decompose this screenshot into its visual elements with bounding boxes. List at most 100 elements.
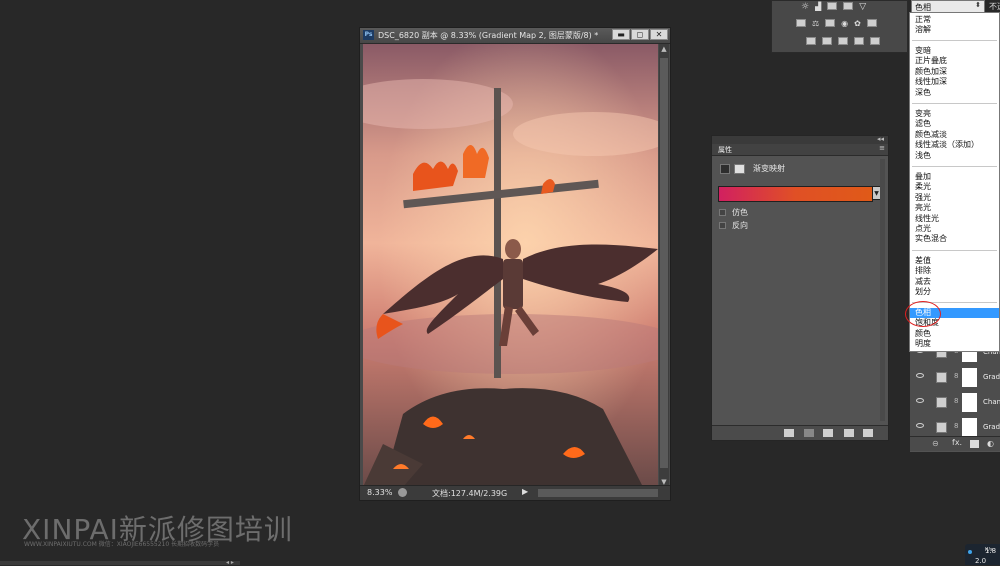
link-icon[interactable]: 8	[954, 422, 958, 430]
zoom-level[interactable]: 8.33%	[367, 488, 392, 497]
blend-option[interactable]: 线性光	[910, 214, 999, 224]
blend-option[interactable]: 强光	[910, 193, 999, 203]
canvas-horizontal-scrollbar[interactable]	[538, 489, 658, 497]
blend-option[interactable]: 差值	[910, 256, 999, 266]
eye-icon[interactable]	[916, 398, 924, 403]
photo-filter-icon[interactable]: ◉	[841, 19, 848, 28]
highlight-annotation	[905, 301, 941, 327]
clip-to-layer-icon[interactable]	[784, 429, 794, 437]
blend-option[interactable]: 颜色	[910, 329, 999, 339]
blend-option[interactable]: 明度	[910, 339, 999, 349]
canvas-vertical-scrollbar[interactable]: ▲ ▼	[659, 44, 669, 487]
exposure-icon[interactable]	[843, 2, 854, 10]
eye-icon[interactable]	[916, 373, 924, 378]
minimize-button[interactable]: ▬	[612, 29, 630, 40]
layer-mask-thumbnail[interactable]	[962, 393, 977, 412]
link-layers-icon[interactable]: ⊖	[932, 439, 939, 448]
blend-option[interactable]: 线性减淡（添加）	[910, 140, 999, 150]
blend-option[interactable]: 溶解	[910, 25, 999, 35]
blend-option[interactable]: 颜色加深	[910, 67, 999, 77]
threshold-icon[interactable]	[838, 37, 848, 45]
mask-icon[interactable]	[734, 163, 745, 174]
link-icon[interactable]: 8	[954, 372, 958, 380]
blend-option[interactable]: 滤色	[910, 119, 999, 129]
view-previous-icon[interactable]	[804, 429, 814, 437]
new-adjustment-icon[interactable]: ◐	[987, 439, 994, 448]
fx-icon[interactable]: fx.	[952, 438, 962, 447]
opacity-label: 不透	[989, 2, 1000, 11]
blend-option[interactable]: 颜色减淡	[910, 130, 999, 140]
panel-menu-icon[interactable]: ≡	[879, 144, 885, 152]
blend-option[interactable]: 变亮	[910, 109, 999, 119]
delete-icon[interactable]	[863, 429, 873, 437]
layer-mask-thumbnail[interactable]	[962, 368, 977, 387]
blend-option[interactable]: 划分	[910, 287, 999, 297]
layer-name[interactable]: Chan	[983, 398, 1000, 406]
collapse-panel-icon[interactable]: ◂◂	[877, 135, 884, 143]
close-button[interactable]: ✕	[650, 29, 668, 40]
properties-scrollbar[interactable]	[880, 159, 885, 421]
blend-option[interactable]: 叠加	[910, 172, 999, 182]
selective-color-icon[interactable]	[870, 37, 880, 45]
dither-checkbox[interactable]: 仿色	[719, 207, 748, 218]
layer-name[interactable]: Grad	[983, 423, 1000, 431]
dither-checkbox-box[interactable]	[719, 209, 726, 216]
reset-icon[interactable]	[823, 429, 833, 437]
vibrance-icon[interactable]: ▽	[859, 2, 866, 12]
levels-icon[interactable]: ▟	[815, 2, 821, 12]
visibility-toggle-icon[interactable]	[844, 429, 854, 437]
black-white-icon[interactable]	[825, 19, 836, 27]
blend-option[interactable]: 减去	[910, 277, 999, 287]
download-speed: 2.0	[975, 557, 987, 565]
blend-option[interactable]: 线性加深	[910, 77, 999, 87]
brightness-icon[interactable]: ☼	[801, 2, 809, 12]
maximize-button[interactable]: ◻	[631, 29, 649, 40]
blend-option[interactable]: 柔光	[910, 182, 999, 192]
document-title: DSC_6820 副本 @ 8.33% (Gradient Map 2, 图层蒙…	[378, 31, 599, 40]
link-icon[interactable]: 8	[954, 397, 958, 405]
blend-option[interactable]: 浅色	[910, 151, 999, 161]
blend-option[interactable]: 正常	[910, 15, 999, 25]
blend-option[interactable]: 排除	[910, 266, 999, 276]
document-titlebar[interactable]: Ps DSC_6820 副本 @ 8.33% (Gradient Map 2, …	[360, 28, 670, 44]
gradient-preview[interactable]	[718, 186, 873, 202]
properties-footer	[712, 425, 888, 440]
blend-option[interactable]: 点光	[910, 224, 999, 234]
blend-option[interactable]: 实色混合	[910, 234, 999, 244]
document-profile-icon[interactable]	[398, 488, 407, 497]
network-status-icon	[968, 550, 972, 554]
channel-mixer-icon[interactable]: ✿	[854, 19, 861, 28]
properties-tabbar: 属性 ≡	[712, 144, 888, 156]
eye-icon[interactable]	[916, 423, 924, 428]
add-mask-icon[interactable]	[970, 440, 979, 448]
image-canvas[interactable]	[363, 44, 658, 487]
layer-name[interactable]: Grad	[983, 373, 1000, 381]
properties-panel-header[interactable]: ◂◂	[712, 135, 888, 144]
properties-panel: ◂◂ 属性 ≡ 渐变映射 ▼ 仿色 反向	[711, 135, 889, 441]
tab-properties[interactable]: 属性	[718, 145, 732, 155]
scrollbar-thumb[interactable]	[660, 58, 668, 468]
blend-option[interactable]: 变暗	[910, 46, 999, 56]
list-divider	[912, 103, 997, 104]
blend-option[interactable]: 正片叠底	[910, 56, 999, 66]
blend-option[interactable]: 深色	[910, 88, 999, 98]
invert-icon[interactable]	[806, 37, 816, 45]
layer-row[interactable]: 8 Chan	[910, 390, 1000, 416]
hue-saturation-icon[interactable]	[796, 19, 806, 27]
reverse-label: 反向	[732, 221, 748, 230]
chevron-down-icon: ⬍	[975, 1, 981, 9]
reverse-checkbox[interactable]: 反向	[719, 220, 748, 231]
status-menu-arrow-icon[interactable]: ▶	[522, 487, 528, 496]
gradient-map-icon[interactable]	[854, 37, 864, 45]
curves-icon[interactable]	[827, 2, 838, 10]
posterize-icon[interactable]	[822, 37, 832, 45]
document-window: Ps DSC_6820 副本 @ 8.33% (Gradient Map 2, …	[359, 27, 671, 501]
layer-row[interactable]: 8 Grad	[910, 365, 1000, 391]
layer-mask-thumbnail[interactable]	[962, 418, 977, 437]
balance-icon[interactable]: ⚖	[812, 19, 819, 28]
reverse-checkbox-box[interactable]	[719, 222, 726, 229]
blend-option[interactable]: 亮光	[910, 203, 999, 213]
color-lookup-icon[interactable]	[866, 19, 877, 27]
scroll-up-icon[interactable]: ▲	[659, 44, 669, 54]
list-divider	[912, 40, 997, 41]
